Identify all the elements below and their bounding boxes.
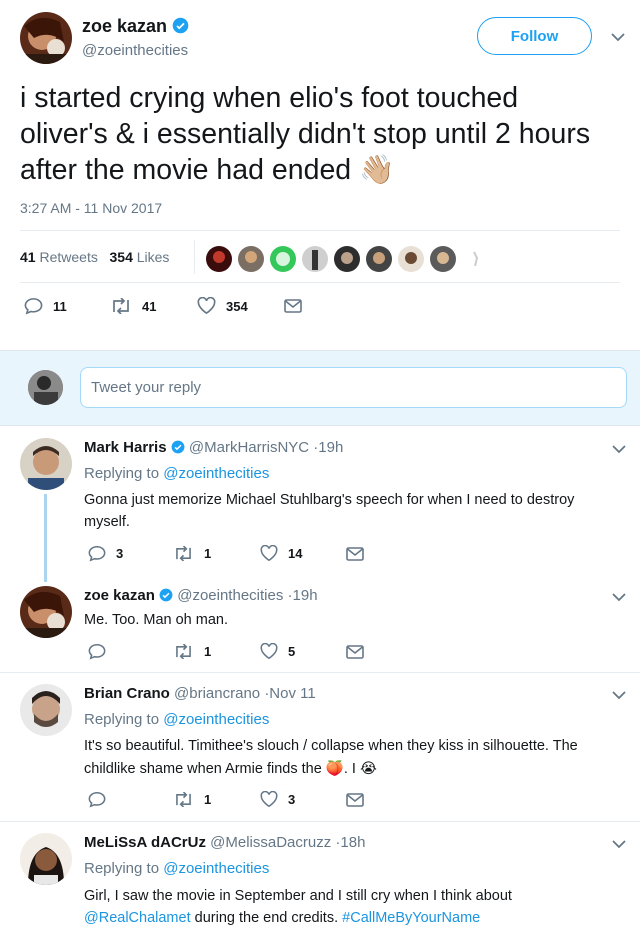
envelope-icon xyxy=(346,645,364,659)
retweet-button[interactable]: 41 xyxy=(110,298,156,314)
reply-header: zoe kazan @zoeinthecities ·19h xyxy=(84,587,318,604)
reply-author-name[interactable]: MeLiSsA dACrUz xyxy=(84,834,206,851)
tweet-timestamp[interactable]: 3:27 AM - 11 Nov 2017 xyxy=(20,200,162,216)
reply-header: Brian Crano @briancrano ·Nov 11 xyxy=(84,685,316,702)
retweet-icon xyxy=(113,298,129,314)
heart-icon xyxy=(260,545,278,562)
mention-link[interactable]: @RealChalamet xyxy=(84,910,191,926)
reply-time[interactable]: ·Nov 11 xyxy=(264,685,315,702)
reply-handle[interactable]: @MelissaDacruzz xyxy=(210,834,331,851)
direct-message-button[interactable] xyxy=(346,793,364,807)
reply-author-name[interactable]: Brian Crano xyxy=(84,685,170,702)
retweet-icon xyxy=(176,546,191,561)
reply-avatar[interactable] xyxy=(20,586,72,638)
reply-text: Me. Too. Man oh man. xyxy=(84,612,229,628)
liker-avatar[interactable] xyxy=(462,246,488,272)
liker-avatar[interactable] xyxy=(366,246,392,272)
chevron-down-icon[interactable] xyxy=(612,690,626,700)
author-handle[interactable]: @zoeinthecities xyxy=(82,42,188,59)
reply-icon xyxy=(24,298,43,315)
hashtag-link[interactable]: #CallMeByYourName xyxy=(342,910,480,926)
direct-message-button[interactable] xyxy=(346,547,364,561)
liker-avatar[interactable] xyxy=(430,246,456,272)
reply-button[interactable]: 3 xyxy=(88,545,123,562)
chevron-down-icon[interactable] xyxy=(612,592,626,602)
reply-button[interactable] xyxy=(88,791,106,808)
retweet-icon xyxy=(176,792,191,807)
replying-to: Replying to @zoeinthecities xyxy=(84,465,270,482)
liker-avatar[interactable] xyxy=(270,246,296,272)
reply-text: It's so beautiful. Timithee's slouch / c… xyxy=(84,738,578,777)
replying-to: Replying to @zoeinthecities xyxy=(84,860,270,877)
peach-crying-emoji: 🍑. I 😭 xyxy=(325,761,377,777)
reply-handle[interactable]: @briancrano xyxy=(174,685,260,702)
verified-badge-icon xyxy=(159,588,173,602)
chevron-down-icon[interactable] xyxy=(612,444,626,454)
like-stat[interactable]: 354 Likes xyxy=(110,249,170,265)
heart-icon xyxy=(260,791,278,808)
reply-icon xyxy=(88,545,106,562)
reply-avatar[interactable] xyxy=(20,438,72,490)
retweet-button[interactable]: 1 xyxy=(173,792,211,807)
tweet-text: i started crying when elio's foot touche… xyxy=(20,82,591,186)
direct-message-button[interactable] xyxy=(346,645,364,659)
replying-to: Replying to @zoeinthecities xyxy=(84,711,270,728)
reply-time[interactable]: ·19h xyxy=(313,439,343,456)
verified-badge-icon xyxy=(172,17,189,34)
reply-time[interactable]: ·18h xyxy=(335,834,365,851)
liker-avatar[interactable] xyxy=(206,246,232,272)
envelope-icon xyxy=(284,299,302,313)
reply-input[interactable]: Tweet your reply xyxy=(80,367,627,408)
current-user-avatar xyxy=(28,370,63,405)
author-avatar[interactable] xyxy=(20,12,72,64)
chevron-down-icon[interactable] xyxy=(611,32,625,42)
reply-button[interactable]: 11 xyxy=(24,297,67,315)
reply-handle[interactable]: @MarkHarrisNYC xyxy=(189,439,309,456)
reply-header: MeLiSsA dACrUz @MelissaDacruzz ·18h xyxy=(84,834,365,851)
follow-button[interactable]: Follow xyxy=(477,17,592,55)
reply-avatar[interactable] xyxy=(20,684,72,736)
envelope-icon xyxy=(346,793,364,807)
reply-text: Gonna just memorize Michael Stuhlbarg's … xyxy=(84,492,575,530)
like-button[interactable]: 354 xyxy=(197,297,248,315)
verified-badge-icon xyxy=(171,440,185,454)
retweet-button[interactable]: 1 xyxy=(173,644,211,659)
like-button[interactable]: 14 xyxy=(260,545,302,562)
reply-icon xyxy=(88,791,106,808)
heart-icon xyxy=(260,643,278,660)
retweet-icon xyxy=(176,644,191,659)
chevron-down-icon[interactable] xyxy=(612,839,626,849)
reply-time[interactable]: ·19h xyxy=(288,587,318,604)
tweet-stats: 41 Retweets 354 Likes xyxy=(20,249,169,265)
liker-avatar[interactable] xyxy=(334,246,360,272)
reply-author-name[interactable]: zoe kazan xyxy=(84,587,155,604)
reply-avatar[interactable] xyxy=(20,833,72,885)
envelope-icon xyxy=(346,547,364,561)
author-name[interactable]: zoe kazan xyxy=(82,16,189,37)
liker-avatar[interactable] xyxy=(238,246,264,272)
reply-header: Mark Harris @MarkHarrisNYC ·19h xyxy=(84,439,343,456)
reply-icon xyxy=(88,643,106,660)
liker-avatar[interactable] xyxy=(398,246,424,272)
waving-hand-emoji: 👋🏼 xyxy=(359,154,395,186)
reply-handle[interactable]: @zoeinthecities xyxy=(177,587,283,604)
reply-text: Girl, I saw the movie in September and I… xyxy=(84,888,512,926)
liker-avatar[interactable] xyxy=(302,246,328,272)
like-button[interactable]: 5 xyxy=(260,643,295,660)
retweet-stat[interactable]: 41 Retweets xyxy=(20,249,98,265)
reply-author-name[interactable]: Mark Harris xyxy=(84,439,167,456)
heart-icon xyxy=(197,297,216,315)
retweet-button[interactable]: 1 xyxy=(173,546,211,561)
like-button[interactable]: 3 xyxy=(260,791,295,808)
direct-message-button[interactable] xyxy=(284,299,302,313)
reply-button[interactable] xyxy=(88,643,106,660)
